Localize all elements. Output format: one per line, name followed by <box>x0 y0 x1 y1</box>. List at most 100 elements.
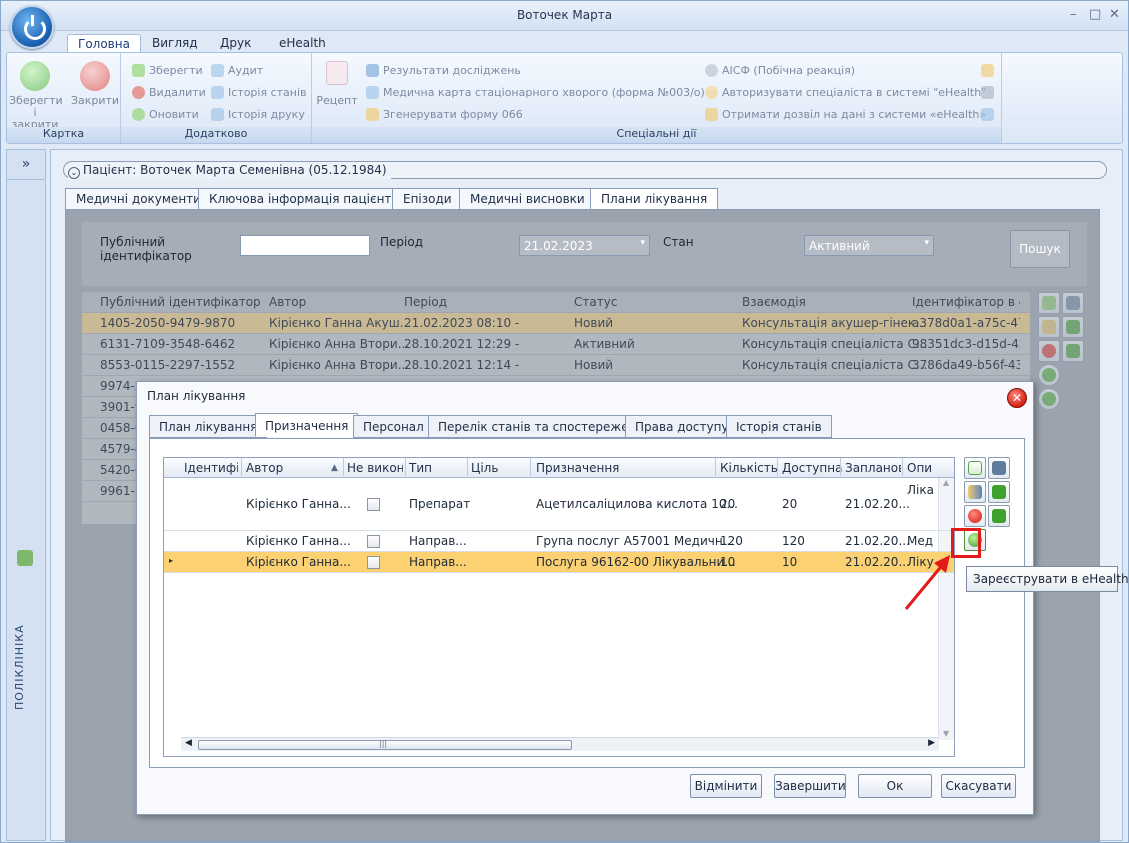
tab-key-info[interactable]: Ключова інформація пацієнта <box>198 188 410 210</box>
ok-button[interactable]: Ок <box>858 774 932 798</box>
ribbon-group-additional: Зберегти Аудит Видалити Історія станів О… <box>121 53 312 143</box>
ribbon-extra-button-1[interactable] <box>981 61 998 79</box>
tab-state-history[interactable]: Історія станів <box>726 415 832 438</box>
tab-print[interactable]: Друк <box>210 34 261 53</box>
column-header[interactable]: Призначення <box>536 461 619 475</box>
tab-medical-documents[interactable]: Медичні документи <box>65 188 212 210</box>
column-header[interactable]: Статус <box>574 295 617 309</box>
sidebar-expand-button[interactable]: » <box>7 156 45 180</box>
not-done-checkbox[interactable] <box>367 535 380 548</box>
column-header[interactable]: Не викон <box>347 461 403 475</box>
close-card-button[interactable]: Закрити <box>69 59 121 107</box>
scroll-right-icon[interactable]: ▶ <box>928 738 935 748</box>
document-icon <box>366 85 379 99</box>
tab-states-observations[interactable]: Перелік станів та спостережень <box>428 415 654 438</box>
collapse-icon[interactable]: ⌄ <box>68 167 80 179</box>
shield-icon <box>968 485 982 499</box>
column-header[interactable]: Публічний ідентифікатор <box>100 295 261 309</box>
finish-button[interactable]: Завершити <box>774 774 846 798</box>
period-input[interactable]: 21.02.2023 ▾ <box>519 235 650 256</box>
authorize-button[interactable]: Авторизувати спеціаліста в системі "eHea… <box>705 83 986 101</box>
not-done-checkbox[interactable] <box>367 556 380 569</box>
tab-plan[interactable]: План лікування <box>149 415 268 438</box>
column-header[interactable]: Ідентифікатор в с <box>912 295 1020 309</box>
add-assignment-button[interactable] <box>964 457 986 479</box>
column-header[interactable]: Опи <box>907 461 935 475</box>
column-header[interactable]: Кількість <box>720 461 778 475</box>
column-header[interactable]: Доступна <box>782 461 842 475</box>
dialog-title: План лікування <box>147 389 246 403</box>
tab-treatment-plans[interactable]: Плани лікування <box>590 188 719 211</box>
column-separator <box>343 458 344 478</box>
column-header[interactable]: Запланов <box>845 461 901 475</box>
tab-assignments[interactable]: Призначення <box>255 413 359 437</box>
scroll-down-icon[interactable]: ▼ <box>943 729 949 738</box>
cancel-grid-button[interactable] <box>1038 340 1060 362</box>
tab-medical-conclusions[interactable]: Медичні висновки <box>459 188 596 210</box>
column-header[interactable]: Ціль <box>471 461 498 475</box>
recipe-button[interactable]: Рецепт <box>314 59 360 107</box>
status-green-button-2[interactable] <box>1038 388 1060 410</box>
table-row[interactable]: Кірієнко Ганна... Направ... Послуга 96162-… <box>164 552 954 573</box>
grid-row[interactable]: 8553-0115-2297-1552 Кірієнко Анна Втори..… <box>82 355 1030 376</box>
edit-button[interactable] <box>1062 292 1084 314</box>
cancel-button[interactable]: Скасувати <box>941 774 1016 798</box>
sidebar-label[interactable]: ПОЛІКЛІНІКА <box>13 624 26 710</box>
generate-form-button[interactable]: Згенерувати форму 066 <box>366 105 523 123</box>
not-done-checkbox[interactable] <box>367 498 380 511</box>
status-green-button[interactable] <box>1038 364 1060 386</box>
tab-ehealth[interactable]: eHealth <box>269 34 336 53</box>
search-button[interactable]: Пошук <box>1010 230 1070 268</box>
permission-button[interactable]: Отримати дозвіл на дані з системи «eHeal… <box>705 105 986 123</box>
ribbon-extra-button-2[interactable] <box>981 83 998 101</box>
refresh-grid-button[interactable] <box>1062 316 1084 338</box>
research-results-button[interactable]: Результати досліджень <box>366 61 521 79</box>
column-header[interactable]: Ідентифік <box>184 461 238 475</box>
table-row[interactable]: Кірієнко Ганна... Препарат Ацетилсаліцилов… <box>164 479 954 531</box>
app-orb-button[interactable] <box>10 5 54 49</box>
cancel-plan-button[interactable]: Відмінити <box>690 774 762 798</box>
close-icon[interactable]: ✕ <box>1109 7 1120 22</box>
flag-button[interactable] <box>1062 340 1084 362</box>
add-button[interactable] <box>1038 292 1060 314</box>
refresh-button[interactable]: Оновити <box>132 105 199 123</box>
tab-access-rights[interactable]: Права доступу <box>625 415 739 438</box>
column-header[interactable]: Автор <box>246 461 283 475</box>
column-header[interactable]: Період <box>404 295 447 309</box>
scroll-left-icon[interactable]: ◀ <box>185 738 192 748</box>
tab-home[interactable]: Головна <box>67 34 141 53</box>
column-header[interactable]: Тип <box>409 461 432 475</box>
shield-button[interactable] <box>1038 316 1060 338</box>
save-button[interactable]: Зберегти <box>132 61 203 79</box>
grid-row[interactable]: 1405-2050-9479-9870 Кірієнко Ганна Акуш..… <box>82 313 1030 334</box>
cell-qty: 10 <box>720 555 736 569</box>
column-header[interactable]: Автор <box>269 295 306 309</box>
state-history-button[interactable]: Історія станів <box>211 83 307 101</box>
aisf-button[interactable]: АІСФ (Побічна реакція) <box>705 61 855 79</box>
cancel-assignment-button[interactable] <box>964 505 986 527</box>
flag-assignment-button[interactable] <box>988 505 1010 527</box>
print-history-button[interactable]: Історія друку <box>211 105 305 123</box>
ribbon-extra-button-3[interactable] <box>981 105 998 123</box>
tab-view[interactable]: Вигляд <box>142 34 208 53</box>
shield-assignment-button[interactable] <box>964 481 986 503</box>
maximize-icon[interactable]: □ <box>1089 7 1101 22</box>
audit-button[interactable]: Аудит <box>211 61 263 79</box>
scroll-thumb[interactable]: ||| <box>198 739 572 750</box>
cell-qty: 120 <box>720 534 743 548</box>
save-close-button[interactable]: Зберегти і закрити <box>9 59 63 131</box>
med-card-button[interactable]: Медична карта стаціонарного хворого (фор… <box>366 83 705 101</box>
grid-row[interactable]: 6131-7109-3548-6462 Кірієнко Анна Втори..… <box>82 334 1030 355</box>
minimize-icon[interactable]: – <box>1070 7 1077 22</box>
tab-staff[interactable]: Персонал <box>353 415 434 438</box>
edit-assignment-button[interactable] <box>988 457 1010 479</box>
column-header[interactable]: Взаємодія <box>742 295 806 309</box>
table-row[interactable]: Кірієнко Ганна... Направ... Група послуг A… <box>164 531 954 552</box>
sync-assignment-button[interactable] <box>988 481 1010 503</box>
tab-episodes[interactable]: Епізоди <box>392 188 463 210</box>
dialog-close-button[interactable]: ✕ <box>1007 388 1027 408</box>
state-select[interactable]: Активний ▾ <box>804 235 934 256</box>
public-id-input[interactable] <box>240 235 370 256</box>
horizontal-scrollbar[interactable]: ◀ ||| ▶ <box>181 737 939 751</box>
delete-button[interactable]: Видалити <box>132 83 206 101</box>
